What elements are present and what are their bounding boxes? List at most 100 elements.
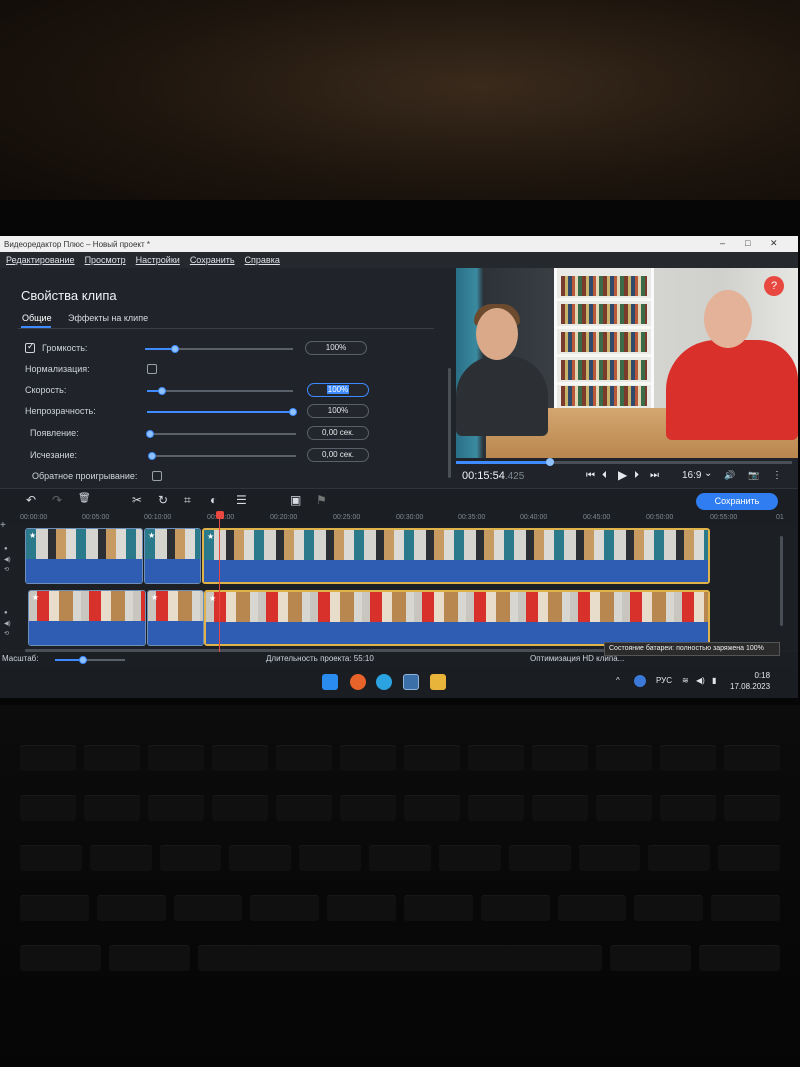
opacity-slider-knob[interactable]: [289, 408, 297, 416]
ruler-tick: 00:45:00: [583, 514, 611, 521]
fadein-label: Появление:: [30, 428, 79, 438]
tray-app-icon[interactable]: [634, 675, 646, 687]
save-button[interactable]: Сохранить: [696, 493, 778, 510]
volume-checkbox[interactable]: [25, 341, 35, 353]
ruler-tick: 00:50:00: [646, 514, 674, 521]
minimize-icon[interactable]: –: [720, 238, 725, 248]
trash-icon[interactable]: 🗑: [78, 493, 91, 504]
skip-start-icon[interactable]: ⏮: [586, 470, 595, 481]
more-icon[interactable]: ⋮: [772, 470, 782, 481]
camera-icon[interactable]: 📷: [748, 470, 759, 481]
fadeout-slider-knob[interactable]: [148, 452, 156, 460]
volume-icon[interactable]: 🔊: [724, 470, 735, 481]
fadeout-value[interactable]: 0,00 сек.: [307, 448, 369, 462]
clip[interactable]: ★: [25, 528, 143, 584]
timecode: 00:15:54.425: [462, 470, 524, 482]
opacity-slider[interactable]: [147, 408, 297, 416]
video-preview[interactable]: ?: [456, 268, 798, 458]
playhead-line: [219, 518, 220, 652]
telegram-icon[interactable]: [376, 674, 392, 690]
firefox-icon[interactable]: [350, 674, 366, 690]
timecode-ms: .425: [504, 471, 525, 482]
volume-value[interactable]: 100%: [305, 341, 367, 355]
app-screen: Видеоредактор Плюс – Новый проект * – □ …: [0, 236, 798, 698]
normalize-checkbox[interactable]: [147, 364, 157, 374]
skip-end-icon[interactable]: ⏭: [650, 470, 659, 481]
clip-selected[interactable]: ★: [202, 528, 710, 584]
battery-icon[interactable]: ▮: [712, 676, 716, 685]
star-icon: ★: [207, 532, 215, 541]
video-track-icon[interactable]: ●: [4, 610, 8, 616]
keyboard-language[interactable]: РУС: [656, 676, 672, 685]
link-icon[interactable]: ⟲: [4, 566, 9, 573]
marker-icon[interactable]: ⚑: [316, 493, 327, 507]
close-icon[interactable]: ✕: [770, 238, 778, 249]
prev-frame-icon[interactable]: ⏴: [602, 470, 607, 481]
scissors-icon[interactable]: ✂: [132, 493, 142, 507]
adjust-icon[interactable]: ☰: [236, 493, 247, 507]
speed-slider[interactable]: [147, 387, 293, 395]
fadein-slider-knob[interactable]: [146, 430, 154, 438]
ruler-tick: 00:35:00: [458, 514, 486, 521]
clock-date: 17.08.2023: [730, 682, 771, 691]
person-left: [456, 356, 548, 436]
timeline-vertical-scrollbar[interactable]: [780, 536, 783, 626]
menu-item-view[interactable]: Просмотр: [85, 255, 126, 265]
clip[interactable]: ★: [28, 590, 146, 646]
clip[interactable]: ★: [147, 590, 204, 646]
clock[interactable]: 0:18 17.08.2023: [730, 670, 770, 692]
tray-expand-icon[interactable]: ^: [616, 676, 620, 685]
help-icon[interactable]: ?: [764, 276, 784, 296]
star-icon: ★: [151, 593, 159, 602]
menu-item-save[interactable]: Сохранить: [190, 255, 235, 265]
fadeout-slider[interactable]: [148, 452, 296, 460]
speed-slider-knob[interactable]: [157, 387, 166, 395]
reverse-checkbox[interactable]: [152, 471, 162, 481]
tab-general[interactable]: Общие: [22, 313, 52, 323]
video-track-icon[interactable]: ●: [4, 546, 8, 552]
timeline-toolbar: ↶ ↷ 🗑 ✂ ↻ ⌗ ◐ ☰ ▣ ⚑ Сохранить: [0, 488, 798, 512]
undo-icon[interactable]: ↶: [26, 493, 36, 507]
crop-icon[interactable]: ⌗: [184, 493, 191, 508]
redo-icon[interactable]: ↷: [52, 493, 62, 507]
volume-slider-knob[interactable]: [170, 345, 179, 353]
audio-track-icon[interactable]: ◀): [4, 620, 11, 627]
wifi-icon[interactable]: ≋: [682, 676, 689, 685]
menu-item-settings[interactable]: Настройки: [136, 255, 180, 265]
clip[interactable]: ★: [144, 528, 201, 584]
maximize-icon[interactable]: □: [745, 238, 750, 248]
props-scrollbar[interactable]: [448, 368, 451, 478]
play-icon[interactable]: ▶: [618, 468, 627, 482]
audio-track-icon[interactable]: ◀): [4, 556, 11, 563]
windows-start-icon[interactable]: [322, 674, 338, 690]
volume-slider[interactable]: [145, 345, 293, 353]
playback-progress[interactable]: [456, 458, 792, 466]
ruler-tick: 00:40:00: [520, 514, 548, 521]
opacity-value[interactable]: 100%: [307, 404, 369, 418]
fadein-value[interactable]: 0,00 сек.: [307, 426, 369, 440]
menu-item-help[interactable]: Справка: [245, 255, 280, 265]
playhead-handle[interactable]: [216, 511, 224, 519]
clip-selected[interactable]: ★: [204, 590, 710, 646]
color-icon[interactable]: ◐: [210, 493, 217, 507]
speaker-icon[interactable]: ◀): [696, 676, 705, 685]
video-editor-icon[interactable]: [403, 674, 419, 690]
battery-tooltip: Состояние батареи: полностью заряжена 10…: [604, 642, 780, 656]
tab-clip-effects[interactable]: Эффекты на клипе: [68, 313, 148, 323]
folder-icon[interactable]: [430, 674, 446, 690]
rotate-icon[interactable]: ↻: [158, 493, 168, 507]
playback-progress-knob[interactable]: [546, 458, 555, 466]
menu-item-edit[interactable]: Редактирование: [6, 255, 75, 265]
zoom-slider-knob[interactable]: [79, 656, 87, 664]
speed-value[interactable]: 100%: [307, 383, 369, 397]
fadein-slider[interactable]: [146, 430, 296, 438]
link-icon[interactable]: ⟲: [4, 630, 9, 637]
timeline-ruler[interactable]: 00:00:00 00:05:00 00:10:00 00:15:00 00:2…: [0, 512, 798, 526]
scale-label: Масштаб:: [2, 654, 39, 663]
aspect-ratio-select[interactable]: 16:9: [682, 470, 701, 481]
add-track-icon[interactable]: +: [0, 520, 6, 531]
next-frame-icon[interactable]: ⏵: [634, 470, 639, 481]
chevron-down-icon[interactable]: ⌄: [704, 468, 712, 479]
zoom-slider[interactable]: [55, 656, 125, 664]
overlay-icon[interactable]: ▣: [290, 493, 301, 507]
